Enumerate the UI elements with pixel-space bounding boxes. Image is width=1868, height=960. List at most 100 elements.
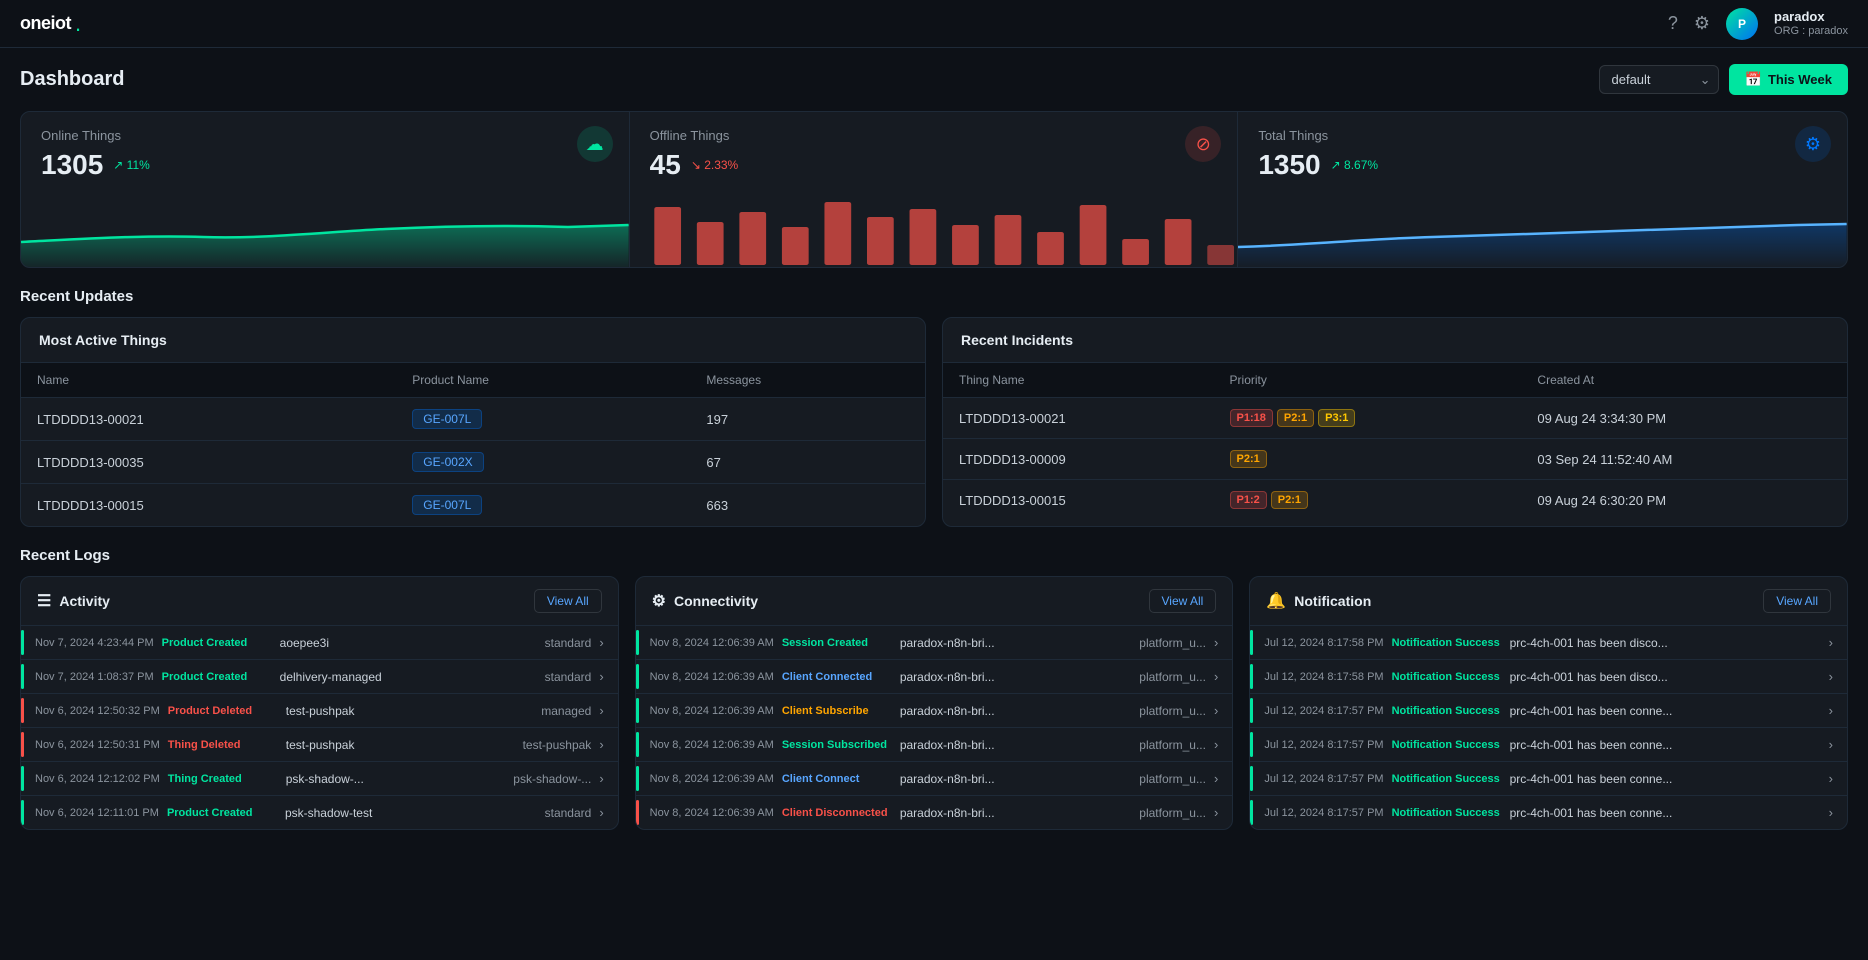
log-bar bbox=[1250, 800, 1253, 825]
log-bar bbox=[21, 732, 24, 757]
log-arrow[interactable]: › bbox=[1214, 771, 1218, 786]
messages-count: 663 bbox=[690, 484, 925, 527]
log-name: paradox-n8n-bri... bbox=[900, 772, 1129, 786]
messages-count: 67 bbox=[690, 441, 925, 484]
stat-value-offline: 45 ↘ 2.33% bbox=[650, 149, 1218, 181]
default-dropdown[interactable]: default bbox=[1599, 65, 1719, 94]
help-icon[interactable]: ? bbox=[1668, 13, 1678, 34]
log-bar bbox=[21, 664, 24, 689]
log-event: Client Subscribe bbox=[782, 705, 892, 717]
connectivity-log-header: ⚙ Connectivity View All bbox=[636, 577, 1233, 626]
log-event: Thing Deleted bbox=[168, 739, 278, 751]
log-arrow[interactable]: › bbox=[1214, 703, 1218, 718]
log-arrow[interactable]: › bbox=[1829, 635, 1833, 650]
logo-dot: . bbox=[75, 13, 81, 35]
connectivity-log-rows: Nov 8, 2024 12:06:39 AM Session Created … bbox=[636, 626, 1233, 829]
main-content: Dashboard default 📅 This Week Online Thi… bbox=[0, 48, 1868, 846]
log-event: Product Created bbox=[167, 807, 277, 819]
notification-log-header: 🔔 Notification View All bbox=[1250, 577, 1847, 626]
stat-value-online: 1305 ↗ 11% bbox=[41, 149, 609, 181]
log-arrow[interactable]: › bbox=[599, 737, 603, 752]
settings-icon[interactable]: ⚙ bbox=[1694, 13, 1710, 34]
stat-card-total: Total Things 1350 ↗ 8.67% ⚙ bbox=[1238, 112, 1847, 267]
log-name: psk-shadow-test bbox=[285, 806, 535, 820]
col-messages: Messages bbox=[690, 363, 925, 398]
log-arrow[interactable]: › bbox=[1829, 771, 1833, 786]
log-event: Notification Success bbox=[1392, 739, 1502, 751]
log-arrow[interactable]: › bbox=[1214, 635, 1218, 650]
log-row: Jul 12, 2024 8:17:57 PM Notification Suc… bbox=[1250, 796, 1847, 829]
log-time: Nov 7, 2024 1:08:37 PM bbox=[35, 671, 154, 683]
user-org: ORG : paradox bbox=[1774, 25, 1848, 38]
dashboard-controls: default 📅 This Week bbox=[1599, 64, 1849, 95]
log-arrow[interactable]: › bbox=[599, 771, 603, 786]
log-arrow[interactable]: › bbox=[1214, 669, 1218, 684]
recent-incidents-header: Recent Incidents bbox=[943, 318, 1847, 363]
log-name: paradox-n8n-bri... bbox=[900, 704, 1129, 718]
notification-view-all-button[interactable]: View All bbox=[1763, 589, 1831, 613]
most-active-table: Name Product Name Messages LTDDDD13-0002… bbox=[21, 363, 925, 526]
log-row: Nov 6, 2024 12:11:01 PM Product Created … bbox=[21, 796, 618, 829]
log-bar bbox=[636, 698, 639, 723]
log-extra: standard bbox=[545, 636, 592, 650]
avatar[interactable]: P bbox=[1726, 8, 1758, 40]
log-row: Jul 12, 2024 8:17:57 PM Notification Suc… bbox=[1250, 728, 1847, 762]
log-event: Notification Success bbox=[1392, 773, 1502, 785]
log-time: Nov 6, 2024 12:50:32 PM bbox=[35, 705, 160, 717]
log-extra: platform_u... bbox=[1139, 636, 1206, 650]
log-extra: platform_u... bbox=[1139, 772, 1206, 786]
notification-log-rows: Jul 12, 2024 8:17:58 PM Notification Suc… bbox=[1250, 626, 1847, 829]
log-message: prc-4ch-001 has been disco... bbox=[1510, 636, 1821, 650]
stat-number-total: 1350 bbox=[1258, 149, 1320, 181]
log-time: Jul 12, 2024 8:17:57 PM bbox=[1264, 705, 1383, 717]
most-active-header: Most Active Things bbox=[21, 318, 925, 363]
log-arrow[interactable]: › bbox=[1829, 669, 1833, 684]
logo[interactable]: oneiot. bbox=[20, 13, 81, 35]
activity-log-panel: ☰ Activity View All Nov 7, 2024 4:23:44 … bbox=[20, 576, 619, 830]
log-arrow[interactable]: › bbox=[1829, 737, 1833, 752]
activity-view-all-button[interactable]: View All bbox=[534, 589, 602, 613]
log-arrow[interactable]: › bbox=[1214, 805, 1218, 820]
log-arrow[interactable]: › bbox=[599, 703, 603, 718]
log-bar bbox=[21, 698, 24, 723]
product-name: GE-007L bbox=[396, 484, 690, 527]
log-arrow[interactable]: › bbox=[1829, 805, 1833, 820]
log-arrow[interactable]: › bbox=[599, 635, 603, 650]
log-bar bbox=[1250, 664, 1253, 689]
total-chart bbox=[1238, 197, 1847, 267]
this-week-button[interactable]: 📅 This Week bbox=[1729, 64, 1849, 95]
log-bar bbox=[636, 766, 639, 791]
log-extra: managed bbox=[541, 704, 591, 718]
most-active-panel: Most Active Things Name Product Name Mes… bbox=[20, 317, 926, 527]
log-event: Session Subscribed bbox=[782, 739, 892, 751]
default-select-wrapper: default bbox=[1599, 65, 1719, 94]
incident-thing-name: LTDDDD13-00021 bbox=[943, 398, 1214, 439]
stat-change-offline: ↘ 2.33% bbox=[691, 158, 738, 172]
incident-thing-name: LTDDDD13-00009 bbox=[943, 439, 1214, 480]
log-time: Nov 8, 2024 12:06:39 AM bbox=[650, 671, 774, 683]
log-time: Nov 7, 2024 4:23:44 PM bbox=[35, 637, 154, 649]
connectivity-view-all-button[interactable]: View All bbox=[1149, 589, 1217, 613]
log-arrow[interactable]: › bbox=[599, 805, 603, 820]
header-right: ? ⚙ P paradox ORG : paradox bbox=[1668, 8, 1848, 40]
notification-log-panel: 🔔 Notification View All Jul 12, 2024 8:1… bbox=[1249, 576, 1848, 830]
log-event: Client Connected bbox=[782, 671, 892, 683]
stat-value-total: 1350 ↗ 8.67% bbox=[1258, 149, 1827, 181]
log-arrow[interactable]: › bbox=[1829, 703, 1833, 718]
activity-log-rows: Nov 7, 2024 4:23:44 PM Product Created a… bbox=[21, 626, 618, 829]
log-event: Product Created bbox=[162, 671, 272, 683]
incident-created-at: 03 Sep 24 11:52:40 AM bbox=[1521, 439, 1847, 480]
log-bar bbox=[1250, 766, 1253, 791]
activity-icon: ☰ bbox=[37, 591, 51, 611]
log-arrow[interactable]: › bbox=[1214, 737, 1218, 752]
log-message: prc-4ch-001 has been conne... bbox=[1510, 738, 1821, 752]
online-chart bbox=[21, 197, 629, 267]
log-event: Product Deleted bbox=[168, 705, 278, 717]
recent-logs-title: Recent Logs bbox=[20, 547, 1848, 564]
log-arrow[interactable]: › bbox=[599, 669, 603, 684]
log-time: Nov 6, 2024 12:11:01 PM bbox=[35, 807, 159, 819]
stat-number-offline: 45 bbox=[650, 149, 681, 181]
log-row: Nov 8, 2024 12:06:39 AM Client Connected… bbox=[636, 660, 1233, 694]
log-row: Nov 6, 2024 12:50:32 PM Product Deleted … bbox=[21, 694, 618, 728]
incident-created-at: 09 Aug 24 3:34:30 PM bbox=[1521, 398, 1847, 439]
